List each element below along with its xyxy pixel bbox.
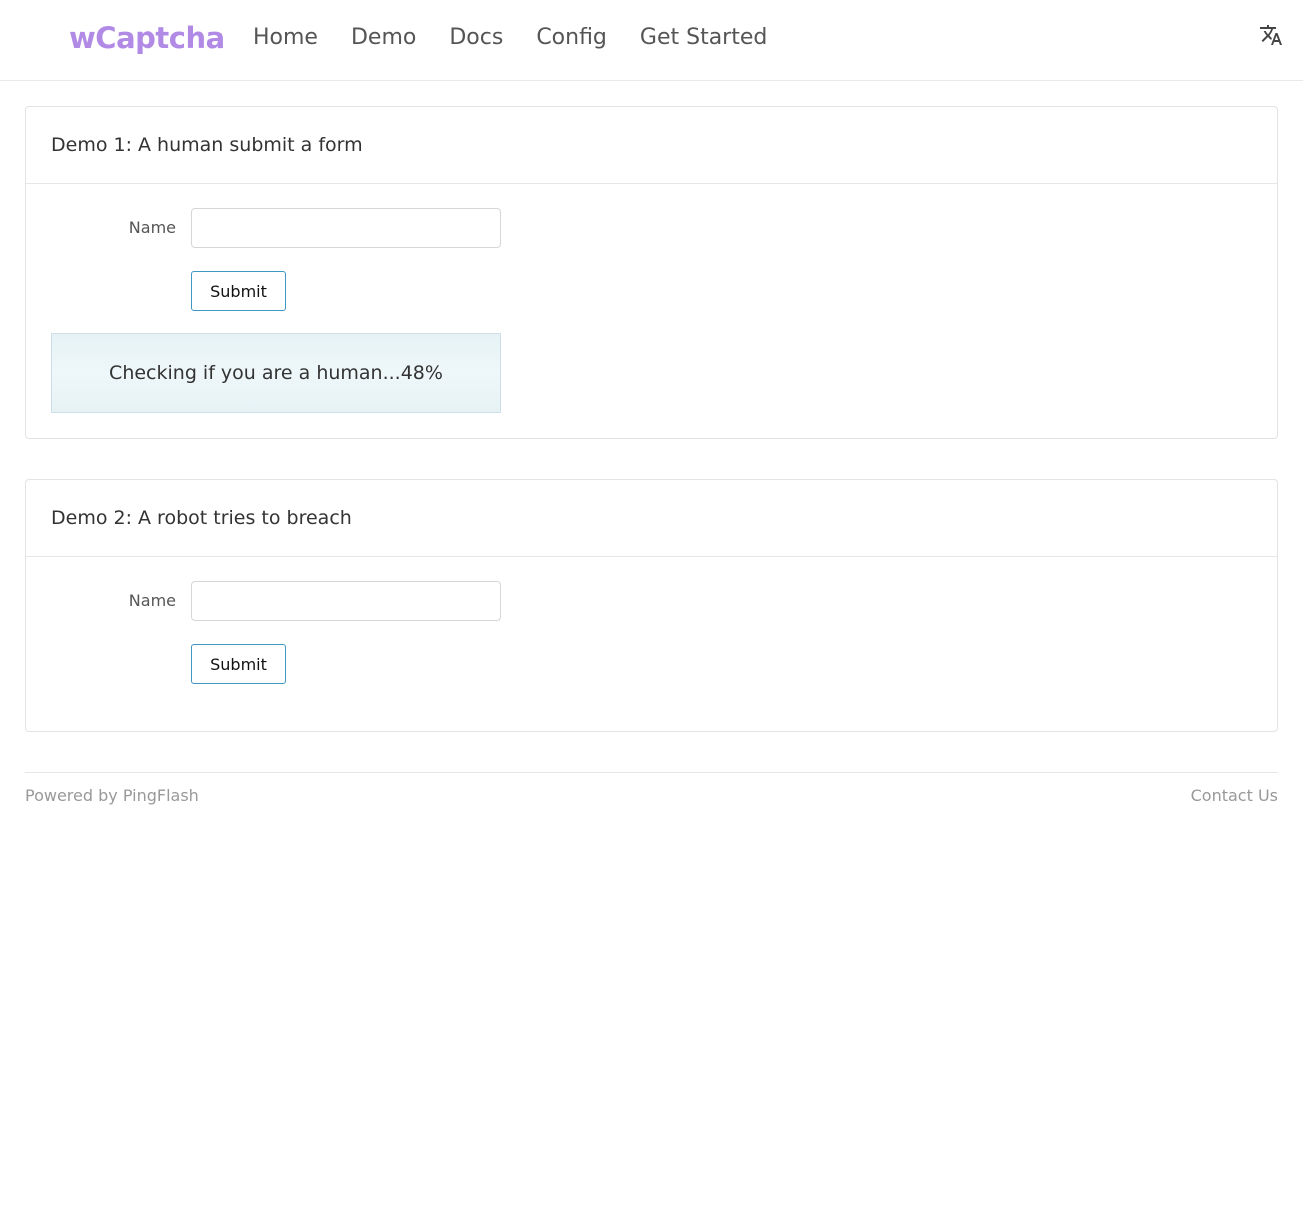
- translate-icon[interactable]: [1259, 23, 1283, 47]
- nav-link-config[interactable]: Config: [536, 22, 607, 54]
- name-input[interactable]: [191, 208, 501, 248]
- name-label: Name: [128, 218, 176, 237]
- name-label: Name: [128, 591, 176, 610]
- submit-button[interactable]: Submit: [191, 644, 286, 684]
- name-input[interactable]: [191, 581, 501, 621]
- nav-link-home[interactable]: Home: [253, 22, 318, 54]
- submit-button[interactable]: Submit: [191, 271, 286, 311]
- demo-title: Demo 2: A robot tries to breach: [26, 480, 1277, 557]
- brand-logo[interactable]: wCaptcha: [69, 18, 225, 58]
- powered-by-link[interactable]: Powered by PingFlash: [25, 784, 199, 808]
- nav-link-get-started[interactable]: Get Started: [640, 22, 767, 54]
- demo-title: Demo 1: A human submit a form: [26, 107, 1277, 184]
- main-nav: Home Demo Docs Config Get Started: [253, 22, 800, 54]
- top-navbar: wCaptcha Home Demo Docs Config Get Start…: [0, 0, 1303, 81]
- demo-card-human: Demo 1: A human submit a form Name Submi…: [25, 106, 1278, 439]
- captcha-status-text: Checking if you are a human...48%: [109, 362, 443, 384]
- nav-link-demo[interactable]: Demo: [351, 22, 416, 54]
- captcha-status-panel: Checking if you are a human...48%: [51, 333, 501, 413]
- footer-divider: [25, 772, 1278, 773]
- contact-us-link[interactable]: Contact Us: [1191, 784, 1278, 808]
- demo-card-robot: Demo 2: A robot tries to breach Name Sub…: [25, 479, 1278, 732]
- nav-link-docs[interactable]: Docs: [449, 22, 503, 54]
